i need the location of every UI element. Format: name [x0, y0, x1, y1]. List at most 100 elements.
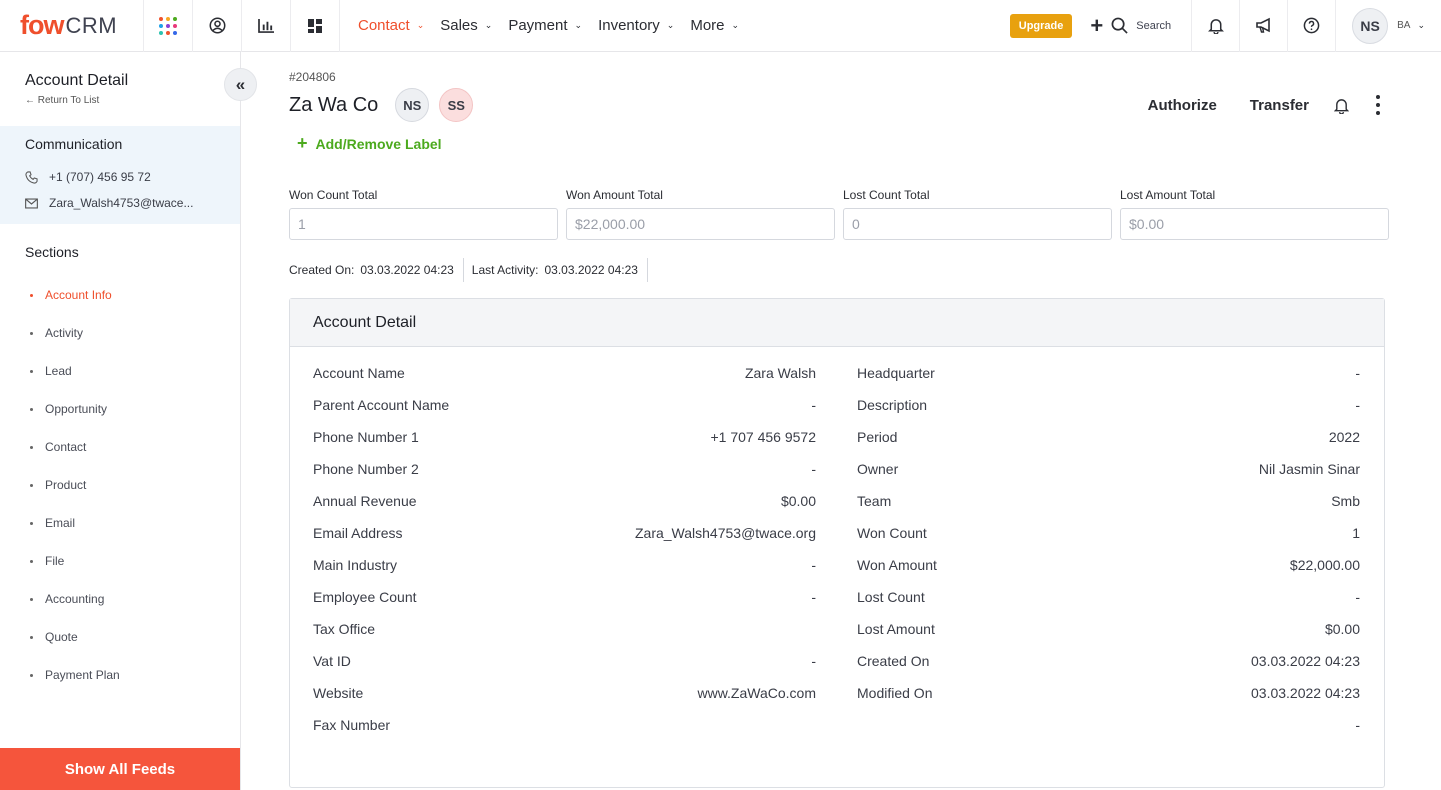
menu-inventory[interactable]: Inventory ⌄: [598, 17, 674, 34]
user-short-name: BA: [1397, 20, 1411, 31]
detail-row: Period 2022: [857, 429, 1360, 445]
apps-grid-icon[interactable]: [144, 0, 193, 52]
transfer-button[interactable]: Transfer: [1250, 97, 1309, 114]
lost-count-total-label: Lost Count Total: [843, 188, 930, 202]
section-email[interactable]: Email: [0, 504, 240, 542]
megaphone-icon[interactable]: [1239, 0, 1287, 52]
section-accounting[interactable]: Accounting: [0, 580, 240, 618]
notification-bell-icon[interactable]: [1191, 0, 1239, 52]
plus-icon: +: [297, 133, 308, 153]
sections-title: Sections: [25, 244, 79, 260]
detail-row: Website www.ZaWaCo.com: [313, 685, 816, 701]
owner-badge-ns[interactable]: NS: [395, 88, 430, 122]
detail-row: Account Name Zara Walsh: [313, 365, 816, 381]
logo-mark: fow: [20, 10, 64, 40]
app-logo[interactable]: fow CRM: [0, 0, 144, 52]
won-count-total-field: 1: [289, 208, 558, 240]
upgrade-button[interactable]: Upgrade: [1009, 13, 1073, 38]
detail-row: Annual Revenue $0.00: [313, 493, 816, 509]
created-on-label: Created On:: [289, 263, 355, 277]
detail-row: -: [1355, 717, 1360, 733]
communication-panel: Communication +1 (707) 456 95 72 Zara_Wa…: [0, 126, 240, 224]
search-icon: [1111, 17, 1128, 34]
detail-row: Lost Count -: [857, 589, 1360, 605]
section-lead[interactable]: Lead: [0, 352, 240, 390]
main-menu: Contact ⌄ Sales ⌄ Payment ⌄ Inventory ⌄ More…: [358, 0, 755, 52]
sidebar-title: Account Detail: [25, 72, 129, 89]
won-amount-total-field: $22,000.00: [566, 208, 835, 240]
detail-row: Vat ID -: [313, 653, 816, 669]
last-activity-value: 03.03.2022 04:23: [544, 263, 638, 277]
section-contact[interactable]: Contact: [0, 428, 240, 466]
section-payment-plan[interactable]: Payment Plan: [0, 656, 240, 694]
menu-contact[interactable]: Contact ⌄: [358, 17, 424, 34]
detail-row: Description -: [857, 397, 1360, 413]
detail-row: Modified On 03.03.2022 04:23: [857, 685, 1360, 701]
detail-row: Fax Number: [313, 717, 391, 733]
section-quote[interactable]: Quote: [0, 618, 240, 656]
detail-row: Lost Amount $0.00: [857, 621, 1360, 637]
authorize-button[interactable]: Authorize: [1148, 97, 1217, 114]
record-meta: Created On: 03.03.2022 04:23 Last Activi…: [289, 258, 1389, 282]
detail-row: Owner Nil Jasmin Sinar: [857, 461, 1360, 477]
collapse-sidebar-button[interactable]: «: [224, 68, 257, 101]
search-label: Search: [1136, 19, 1172, 32]
detail-row: Team Smb: [857, 493, 1360, 509]
created-on-value: 03.03.2022 04:23: [360, 263, 454, 277]
detail-row: Headquarter -: [857, 365, 1360, 381]
detail-row: Won Amount $22,000.00: [857, 557, 1360, 573]
detail-row: Main Industry -: [313, 557, 816, 573]
help-icon[interactable]: [1287, 0, 1335, 52]
main-content: #204806 Za Wa Co NS SS Authorize Transfe…: [289, 52, 1389, 788]
add-remove-label-button[interactable]: + Add/Remove Label: [297, 133, 1389, 154]
section-opportunity[interactable]: Opportunity: [0, 390, 240, 428]
menu-payment[interactable]: Payment ⌄: [508, 17, 582, 34]
section-product[interactable]: Product: [0, 466, 240, 504]
email-link[interactable]: Zara_Walsh4753@twace...: [25, 190, 215, 216]
lost-amount-total-field: $0.00: [1120, 208, 1389, 240]
return-to-list-link[interactable]: ← Return To List: [25, 95, 215, 106]
owner-badge-ss[interactable]: SS: [439, 88, 474, 122]
detail-row: Tax Office: [313, 621, 375, 637]
detail-row: Parent Account Name -: [313, 397, 816, 413]
account-detail-card-title: Account Detail: [290, 299, 1384, 347]
phone-link[interactable]: +1 (707) 456 95 72: [25, 164, 215, 190]
detail-row: Phone Number 1 +1 707 456 9572: [313, 429, 816, 445]
follow-bell-icon[interactable]: [1334, 97, 1349, 114]
menu-sales[interactable]: Sales ⌄: [440, 17, 492, 34]
sidebar: Account Detail ← Return To List « Commun…: [0, 52, 257, 790]
user-menu[interactable]: NS BA ⌄: [1335, 0, 1441, 52]
account-detail-card: Account Detail Account Name Zara Walsh Pa…: [289, 298, 1385, 788]
chevron-down-icon: ⌄: [1417, 20, 1425, 30]
section-account-info[interactable]: Account Info: [0, 276, 240, 314]
top-bar: fow CRM Contact ⌄ Sales ⌄ Payment ⌄ Invento…: [0, 0, 1441, 52]
top-bar-right: Upgrade + Search NS BA ⌄: [1009, 0, 1441, 52]
record-title: Za Wa Co: [289, 93, 379, 116]
add-icon[interactable]: +: [1090, 13, 1103, 39]
phone-icon: [25, 170, 38, 184]
dashboard-icon[interactable]: [291, 0, 340, 52]
section-file[interactable]: File: [0, 542, 240, 580]
detail-row: Created On 03.03.2022 04:23: [857, 653, 1360, 669]
won-count-total-label: Won Count Total: [289, 188, 378, 202]
record-id: #204806: [289, 70, 336, 84]
show-all-feeds-button[interactable]: Show All Feeds: [0, 748, 240, 790]
detail-right-column: Headquarter - Description - Period 2022 Own…: [857, 365, 1360, 749]
menu-more[interactable]: More ⌄: [690, 17, 739, 34]
communication-title: Communication: [25, 136, 123, 152]
more-vertical-icon[interactable]: [1376, 95, 1380, 115]
detail-left-column: Account Name Zara Walsh Parent Account Na…: [313, 365, 816, 749]
mail-icon: [25, 197, 38, 209]
detail-row: Phone Number 2-: [313, 461, 816, 477]
detail-row: Employee Count -: [313, 589, 816, 605]
lost-amount-total-label: Lost Amount Total: [1120, 188, 1216, 202]
won-amount-total-label: Won Amount Total: [566, 188, 663, 202]
reports-chart-icon[interactable]: [242, 0, 291, 52]
search-button[interactable]: Search: [1111, 17, 1171, 34]
detail-row: Email Address Zara_Walsh4753@twace.org: [313, 525, 816, 541]
logo-text: CRM: [65, 12, 118, 38]
last-activity-label: Last Activity:: [471, 263, 539, 277]
detail-row: Won Count 1: [857, 525, 1360, 541]
section-activity[interactable]: Activity: [0, 314, 240, 352]
user-circle-icon[interactable]: [193, 0, 242, 52]
